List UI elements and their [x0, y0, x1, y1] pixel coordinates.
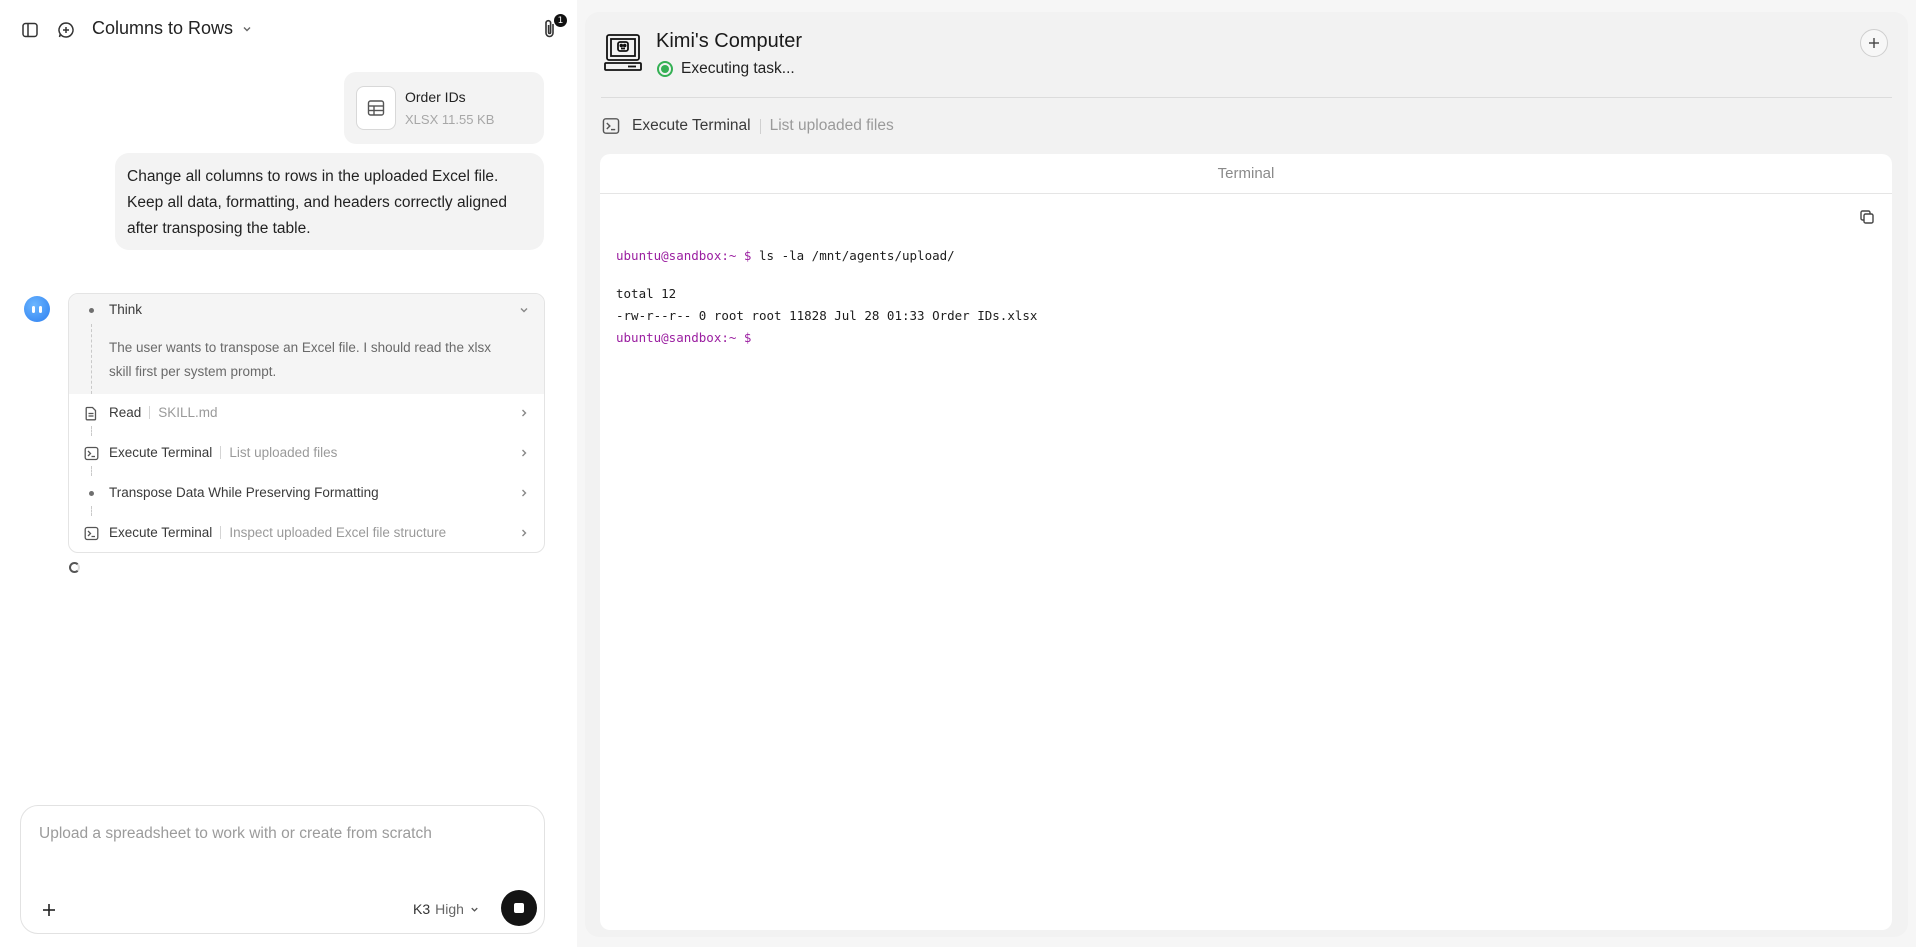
terminal-icon — [602, 118, 620, 134]
computer-icon — [603, 32, 645, 74]
copy-button[interactable] — [1858, 208, 1876, 226]
chevron-right-icon — [522, 529, 527, 537]
step-read-skill[interactable]: Read SKILL.md — [69, 397, 544, 429]
chevron-right-icon — [522, 409, 527, 417]
chevron-down-icon — [471, 907, 478, 912]
step-execute-terminal-1[interactable]: Execute Terminal List uploaded files — [69, 437, 544, 469]
terminal-command-line: ubuntu@sandbox:~ $ ls -la /mnt/agents/up… — [616, 245, 1866, 267]
message-composer: K3 High — [20, 805, 545, 934]
terminal-output-line: total 12 — [616, 286, 677, 301]
plus-icon — [1869, 38, 1879, 48]
bullet-icon — [83, 485, 99, 501]
divider — [601, 97, 1892, 98]
step-label: Execute Terminal Inspect uploaded Excel f… — [109, 525, 447, 540]
terminal-icon — [83, 525, 99, 541]
step-transpose-data[interactable]: Transpose Data While Preserving Formatti… — [69, 477, 544, 509]
terminal-prompt: ubuntu@sandbox:~ $ — [616, 330, 752, 345]
chevron-right-icon — [522, 449, 527, 457]
step-connector — [91, 466, 92, 476]
terminal-window[interactable]: Terminal ubuntu@sandbox:~ $ ls -la /mnt/… — [600, 154, 1892, 930]
think-step: Think The user wants to transpose an Exc… — [69, 294, 544, 394]
attachment-count-badge: 1 — [554, 14, 567, 27]
terminal-prompt: ubuntu@sandbox:~ $ — [616, 248, 752, 263]
file-meta: XLSX 11.55 KB — [405, 112, 494, 127]
plus-icon — [43, 904, 55, 916]
stop-generation-button[interactable] — [501, 890, 537, 926]
agent-steps-panel: Think The user wants to transpose an Exc… — [68, 293, 545, 553]
file-type: XLSX — [405, 112, 439, 127]
user-message: Change all columns to rows in the upload… — [115, 153, 544, 250]
attachments-button[interactable]: 1 — [540, 14, 567, 42]
chat-title-dropdown[interactable]: Columns to Rows — [92, 18, 253, 39]
file-icon — [83, 405, 99, 421]
computer-title: Kimi's Computer — [656, 30, 803, 52]
chat-title: Columns to Rows — [92, 18, 234, 38]
terminal-prompt-line: ubuntu@sandbox:~ $ — [616, 327, 1866, 349]
status-indicator-icon — [657, 61, 673, 77]
loading-spinner-icon — [69, 562, 80, 573]
step-label: Transpose Data While Preserving Formatti… — [109, 485, 379, 500]
new-chat-icon[interactable] — [56, 20, 76, 40]
step-execute-terminal-2[interactable]: Execute Terminal Inspect uploaded Excel f… — [69, 517, 544, 549]
current-tool: Execute Terminal List uploaded files — [602, 117, 894, 135]
chevron-down-icon — [243, 26, 251, 31]
think-step-header[interactable]: Think — [69, 294, 544, 326]
message-input[interactable] — [39, 820, 519, 848]
terminal-output: ubuntu@sandbox:~ $ ls -la /mnt/agents/up… — [616, 245, 1866, 349]
step-connector — [91, 426, 92, 436]
file-size: 11.55 KB — [441, 112, 495, 127]
status-text: Executing task... — [681, 60, 795, 77]
terminal-output-line: -rw-r--r-- 0 root root 11828 Jul 28 01:3… — [616, 308, 1038, 323]
terminal-icon — [83, 445, 99, 461]
chat-topbar: Columns to Rows 1 — [0, 0, 577, 60]
expand-button[interactable] — [1860, 29, 1888, 57]
terminal-header: Terminal — [600, 154, 1892, 194]
spreadsheet-icon — [356, 86, 396, 130]
copy-icon — [1860, 210, 1874, 224]
file-name: Order IDs — [405, 89, 466, 105]
model-name: K3 — [413, 901, 431, 917]
step-connector — [91, 506, 92, 516]
computer-pane: Kimi's Computer Executing task... Execut… — [585, 12, 1908, 937]
chevron-right-icon — [522, 489, 527, 497]
uploaded-file-card[interactable]: Order IDs XLSX 11.55 KB — [344, 72, 544, 144]
step-label: Execute Terminal List uploaded files — [109, 445, 338, 460]
sidebar-toggle-icon[interactable] — [20, 20, 40, 40]
model-selector[interactable]: K3 High — [413, 901, 480, 917]
model-level: High — [435, 901, 464, 917]
stop-icon — [514, 903, 524, 913]
think-label: Think — [109, 302, 143, 317]
chat-pane: Columns to Rows 1 Order IDs XLSX 11.55 K… — [0, 0, 577, 947]
terminal-command: ls -la /mnt/agents/upload/ — [759, 248, 955, 263]
tool-label: Execute Terminal — [632, 117, 751, 134]
assistant-avatar — [24, 296, 50, 322]
think-body: The user wants to transpose an Excel fil… — [109, 340, 491, 379]
step-connector — [91, 324, 92, 394]
bullet-icon — [83, 302, 99, 318]
computer-status: Executing task... — [657, 60, 795, 78]
tool-detail: List uploaded files — [769, 117, 894, 134]
step-label: Read SKILL.md — [109, 405, 218, 420]
add-attachment-button[interactable] — [37, 898, 61, 922]
chevron-down-icon — [520, 308, 528, 313]
